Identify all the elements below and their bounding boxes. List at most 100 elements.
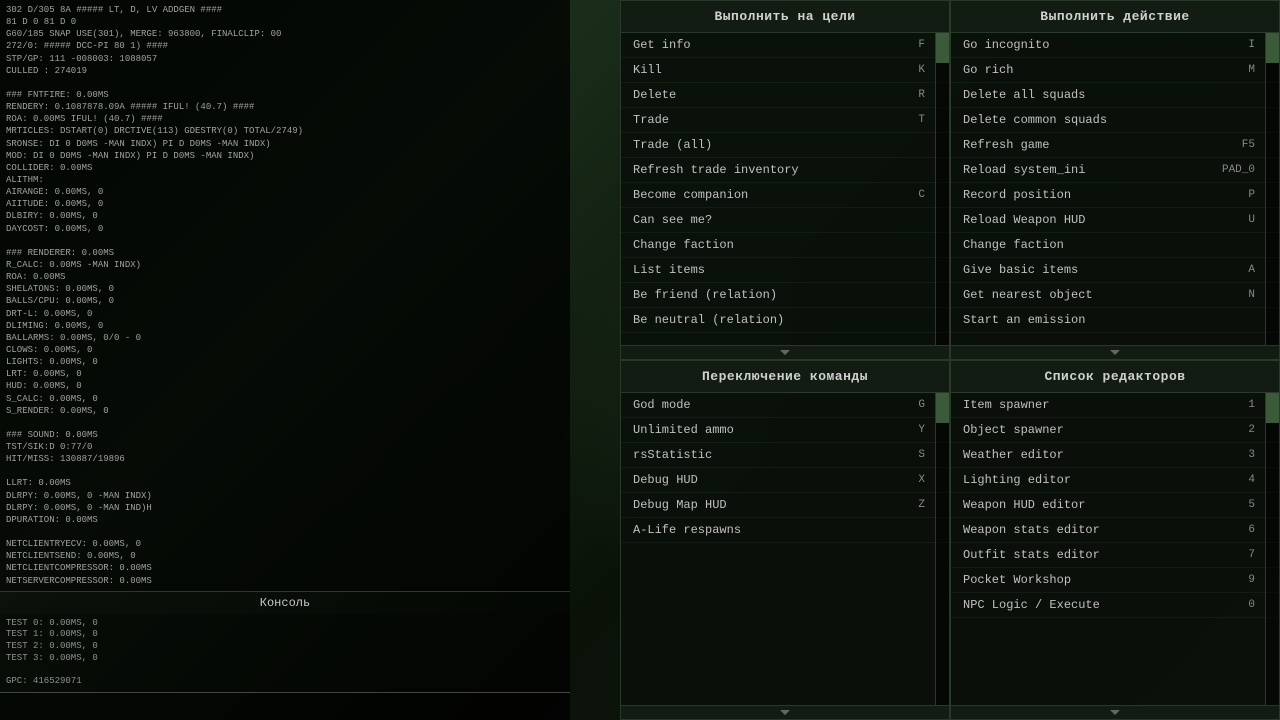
menu-item-label: Weapon stats editor <box>963 523 1215 537</box>
menu-item[interactable]: rsStatisticS <box>621 443 949 468</box>
menu-item[interactable]: Can see me? <box>621 208 949 233</box>
menu-item[interactable]: Debug HUDX <box>621 468 949 493</box>
menu-item-key: U <box>1215 214 1255 226</box>
stat-line: MRTICLES: DSTART(0) DRCTIVE(113) GDESTRY… <box>6 125 564 137</box>
menu-item-label: Trade (all) <box>633 138 885 152</box>
stat-line: ### SOUND: 0.00MS <box>6 429 564 441</box>
menu-item[interactable]: Get nearest objectN <box>951 283 1279 308</box>
menu-item[interactable]: List items <box>621 258 949 283</box>
scrollbar-execute-action[interactable] <box>1265 33 1279 345</box>
menu-item[interactable]: Item spawner1 <box>951 393 1279 418</box>
menu-item-key: Y <box>885 424 925 436</box>
menu-item-key: 6 <box>1215 524 1255 536</box>
menu-item[interactable]: Outfit stats editor7 <box>951 543 1279 568</box>
menu-item-label: Unlimited ammo <box>633 423 885 437</box>
menu-item[interactable]: Refresh trade inventory <box>621 158 949 183</box>
panel-toggle-commands-content: God modeGUnlimited ammoYrsStatisticSDebu… <box>621 393 949 705</box>
menu-item-key: N <box>1215 289 1255 301</box>
menu-item[interactable]: Lighting editor4 <box>951 468 1279 493</box>
panel-toggle-commands: Переключение команды God modeGUnlimited … <box>620 360 950 720</box>
panel-editors-list: Список редакторов Item spawner1Object sp… <box>950 360 1280 720</box>
menu-item-label: Be friend (relation) <box>633 288 885 302</box>
menu-item[interactable]: Pocket Workshop9 <box>951 568 1279 593</box>
menu-item-key: S <box>885 449 925 461</box>
menu-item-label: NPC Logic / Execute <box>963 598 1215 612</box>
menu-item-label: Debug HUD <box>633 473 885 487</box>
stat-line: SHELATONS: 0.00MS, 0 <box>6 283 564 295</box>
menu-item[interactable]: Go incognitoI <box>951 33 1279 58</box>
menu-item-label: Start an emission <box>963 313 1215 327</box>
stat-line: HUD: 0.00MS, 0 <box>6 380 564 392</box>
menu-item[interactable]: Go richM <box>951 58 1279 83</box>
menu-item[interactable]: Refresh gameF5 <box>951 133 1279 158</box>
stat-line <box>6 526 564 538</box>
menu-item[interactable]: Delete all squads <box>951 83 1279 108</box>
menu-item[interactable]: Give basic itemsA <box>951 258 1279 283</box>
console-input[interactable] <box>6 701 564 713</box>
stat-line: AIRANGE: 0.00MS, 0 <box>6 186 564 198</box>
menu-item[interactable]: Object spawner2 <box>951 418 1279 443</box>
scrollbar-thumb-2 <box>1266 33 1279 63</box>
stat-line: MOD: DI 0 D0MS -MAN INDX) PI D D0MS -MAN… <box>6 150 564 162</box>
stat-line: DRT-L: 0.00MS, 0 <box>6 308 564 320</box>
menu-editors-list: Item spawner1Object spawner2Weather edit… <box>951 393 1279 618</box>
panel-toggle-commands-header: Переключение команды <box>621 361 949 393</box>
menu-item[interactable]: Unlimited ammoY <box>621 418 949 443</box>
menu-item[interactable]: Debug Map HUDZ <box>621 493 949 518</box>
menu-item[interactable]: Become companionC <box>621 183 949 208</box>
output-line <box>6 665 564 677</box>
stat-line: ROA: 0.00MS IFUL! (40.7) #### <box>6 113 564 125</box>
menu-item[interactable]: God modeG <box>621 393 949 418</box>
menu-item[interactable]: Weapon stats editor6 <box>951 518 1279 543</box>
menu-item[interactable]: Start an emission <box>951 308 1279 333</box>
stat-line: NETCLIENTRYECV: 0.00MS, 0 <box>6 538 564 550</box>
panel-execute-on-target-content: Get infoFKillKDeleteRTradeT Trade (all) Re… <box>621 33 949 345</box>
stat-line: 302 D/305 8A ##### LT, D, LV ADDGEN #### <box>6 4 564 16</box>
menu-item-label: Get nearest object <box>963 288 1215 302</box>
menu-item[interactable]: Trade (all) <box>621 133 949 158</box>
menu-item[interactable]: DeleteR <box>621 83 949 108</box>
menu-item-label: Debug Map HUD <box>633 498 885 512</box>
menu-item[interactable]: Get infoF <box>621 33 949 58</box>
stat-line: BALLS/CPU: 0.00MS, 0 <box>6 295 564 307</box>
menu-item[interactable]: KillK <box>621 58 949 83</box>
stat-line: TST/SIK:D 0:77/0 <box>6 441 564 453</box>
stat-line: DLRPY: 0.00MS, 0 -MAN INDX) <box>6 490 564 502</box>
stat-line: SRONSE: DI 0 D0MS -MAN INDX) PI D D0MS -… <box>6 138 564 150</box>
menu-item[interactable]: Weather editor3 <box>951 443 1279 468</box>
menu-item[interactable]: NPC Logic / Execute0 <box>951 593 1279 618</box>
menu-item[interactable]: Record positionP <box>951 183 1279 208</box>
menu-item-label: Reload Weapon HUD <box>963 213 1215 227</box>
scrollbar-thumb <box>936 33 949 63</box>
console-input-bar[interactable] <box>0 692 570 720</box>
panel-footer-arrow-2 <box>951 345 1279 359</box>
menu-item-label: Object spawner <box>963 423 1215 437</box>
menu-item-label: Weapon HUD editor <box>963 498 1215 512</box>
scrollbar-editors-list[interactable] <box>1265 393 1279 705</box>
menu-item[interactable]: Change faction <box>951 233 1279 258</box>
menu-item[interactable]: Be friend (relation) <box>621 283 949 308</box>
menu-item[interactable]: Change faction <box>621 233 949 258</box>
stat-line: AIITUDE: 0.00MS, 0 <box>6 198 564 210</box>
menu-item[interactable]: Weapon HUD editor5 <box>951 493 1279 518</box>
menu-item[interactable]: Delete common squads <box>951 108 1279 133</box>
menu-item-label: Go rich <box>963 63 1215 77</box>
panel-editors-list-header: Список редакторов <box>951 361 1279 393</box>
stat-line: NETCLIENTCOMPRESSOR: 0.00MS <box>6 562 564 574</box>
panel-footer-arrow-3 <box>621 705 949 719</box>
menu-item-label: Go incognito <box>963 38 1215 52</box>
menu-item-label: Record position <box>963 188 1215 202</box>
menu-item[interactable]: Reload Weapon HUDU <box>951 208 1279 233</box>
menu-item-label: Can see me? <box>633 213 885 227</box>
panel-execute-action-header: Выполнить действие <box>951 1 1279 33</box>
menu-item[interactable]: A-Life respawns <box>621 518 949 543</box>
menu-item[interactable]: Be neutral (relation) <box>621 308 949 333</box>
scrollbar-execute-target[interactable] <box>935 33 949 345</box>
scrollbar-toggle-commands[interactable] <box>935 393 949 705</box>
menu-item-key: K <box>885 64 925 76</box>
menu-item[interactable]: TradeT <box>621 108 949 133</box>
menu-item[interactable]: Reload system_iniPAD_0 <box>951 158 1279 183</box>
stat-line: DLRPY: 0.00MS, 0 -MAN IND)H <box>6 502 564 514</box>
output-line: GPC: 416529071 <box>6 676 564 688</box>
menu-item-label: Reload system_ini <box>963 163 1215 177</box>
